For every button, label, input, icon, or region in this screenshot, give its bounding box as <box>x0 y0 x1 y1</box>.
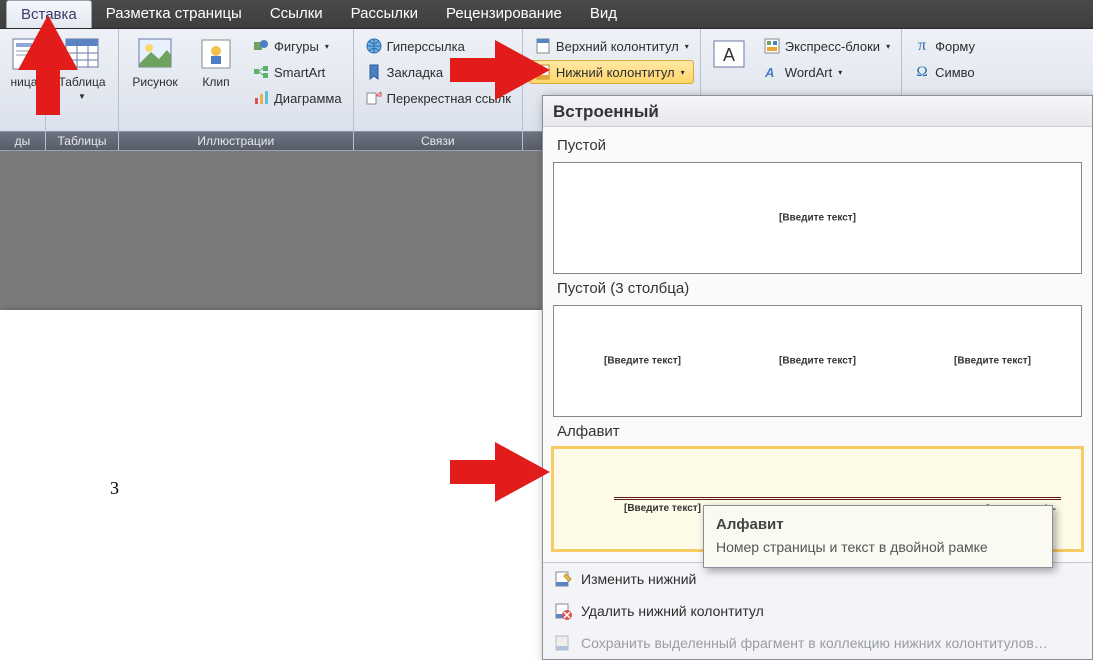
edit-icon <box>553 569 573 589</box>
smartart-icon <box>252 63 270 81</box>
header-label: Верхний колонтитул <box>556 39 679 54</box>
dropdown-icon: ▼ <box>78 92 86 101</box>
smartart-label: SmartArt <box>274 65 325 80</box>
table-label: Таблица <box>58 75 105 89</box>
quickparts-button[interactable]: Экспресс-блоки▾ <box>758 34 895 58</box>
tab-strip: Вставка Разметка страницы Ссылки Рассылк… <box>0 0 1093 29</box>
page-number: 3 <box>110 478 119 499</box>
smartart-button[interactable]: SmartArt <box>247 60 347 84</box>
remove-icon <box>553 601 573 621</box>
clip-icon <box>198 36 234 72</box>
symbol-button[interactable]: Ω Симво <box>908 60 980 84</box>
crossref-label: Перекрестная ссылк <box>387 91 511 106</box>
header-button[interactable]: Верхний колонтитул▾ <box>529 34 694 58</box>
svg-text:A: A <box>764 65 774 80</box>
tab-view[interactable]: Вид <box>576 0 631 28</box>
group-links-label: Связи <box>354 131 522 150</box>
bookmark-icon <box>365 63 383 81</box>
remove-footer-button[interactable]: Удалить нижний колонтитул <box>543 595 1092 627</box>
equation-label: Форму <box>935 39 975 54</box>
textbox-icon: A <box>711 36 747 72</box>
footer-gallery: Встроенный Пустой [Введите текст] Пустой… <box>542 95 1093 660</box>
placeholder-text: [Введите текст] <box>779 213 856 224</box>
annotation-arrow-3 <box>495 442 550 502</box>
pi-icon: π <box>913 37 931 55</box>
equation-button[interactable]: π Форму <box>908 34 980 58</box>
tab-page-layout[interactable]: Разметка страницы <box>92 0 256 28</box>
chart-label: Диаграмма <box>274 91 342 106</box>
group-illustrations-label: Иллюстрации <box>119 131 353 150</box>
gallery-item-empty[interactable]: [Введите текст] <box>553 162 1082 274</box>
footer-label: Нижний колонтитул <box>556 65 675 80</box>
clip-label: Клип <box>202 75 229 89</box>
footer-button[interactable]: Нижний колонтитул▾ <box>529 60 694 84</box>
gallery-item-three[interactable]: [Введите текст] [Введите текст] [Введите… <box>553 305 1082 417</box>
quickparts-icon <box>763 37 781 55</box>
tooltip-title: Алфавит <box>716 516 1040 533</box>
annotation-arrow-2 <box>495 40 550 100</box>
symbol-label: Симво <box>935 65 975 80</box>
clip-button[interactable]: Клип <box>191 32 241 131</box>
shapes-button[interactable]: Фигуры▾ <box>247 34 347 58</box>
tab-review[interactable]: Рецензирование <box>432 0 576 28</box>
wordart-button[interactable]: A WordArt▾ <box>758 60 895 84</box>
svg-text:A: A <box>723 45 735 65</box>
picture-icon <box>137 36 173 72</box>
omega-icon: Ω <box>913 63 931 81</box>
annotation-arrow-1 <box>18 15 78 70</box>
shapes-icon <box>252 37 270 55</box>
placeholder-text: [Введите текст] <box>624 503 701 514</box>
quickparts-label: Экспресс-блоки <box>785 39 880 54</box>
document-page[interactable]: 3 <box>0 310 542 660</box>
shapes-label: Фигуры <box>274 39 319 54</box>
double-rule <box>614 497 1061 500</box>
chart-button[interactable]: Диаграмма <box>247 86 347 110</box>
tooltip-desc: Номер страницы и текст в двойной рамке <box>716 539 1040 555</box>
chart-icon <box>252 89 270 107</box>
gallery-footer-commands: Изменить нижний Удалить нижний колонтиту… <box>543 562 1092 659</box>
save-selection-label: Сохранить выделенный фрагмент в коллекци… <box>581 635 1048 651</box>
tooltip: Алфавит Номер страницы и текст в двойной… <box>703 505 1053 568</box>
placeholder-text: [Введите текст] <box>954 356 1031 367</box>
gallery-three-title: Пустой (3 столбца) <box>557 280 1078 297</box>
gallery-heading: Встроенный <box>543 96 1092 127</box>
hyperlink-label: Гиперссылка <box>387 39 465 54</box>
globe-icon <box>365 37 383 55</box>
cover-page-label: ница <box>11 75 38 89</box>
picture-label: Рисунок <box>132 75 177 89</box>
group-tables-label: Таблицы <box>46 131 118 150</box>
crossref-button[interactable]: Перекрестная ссылк <box>360 86 516 110</box>
bookmark-label: Закладка <box>387 65 444 80</box>
hyperlink-button[interactable]: Гиперссылка <box>360 34 516 58</box>
save-selection-button: Сохранить выделенный фрагмент в коллекци… <box>543 627 1092 659</box>
gallery-alphabet-title: Алфавит <box>557 423 1078 440</box>
group-pages-label: ды <box>0 131 45 150</box>
wordart-label: WordArt <box>785 65 832 80</box>
save-icon <box>553 633 573 653</box>
tab-references[interactable]: Ссылки <box>256 0 337 28</box>
placeholder-text: [Введите текст] <box>779 356 856 367</box>
tab-mailings[interactable]: Рассылки <box>337 0 432 28</box>
edit-footer-label: Изменить нижний <box>581 571 696 587</box>
picture-button[interactable]: Рисунок <box>125 32 185 131</box>
crossref-icon <box>365 89 383 107</box>
placeholder-text: [Введите текст] <box>604 356 681 367</box>
wordart-icon: A <box>763 63 781 81</box>
gallery-empty-title: Пустой <box>557 137 1078 154</box>
remove-footer-label: Удалить нижний колонтитул <box>581 603 764 619</box>
